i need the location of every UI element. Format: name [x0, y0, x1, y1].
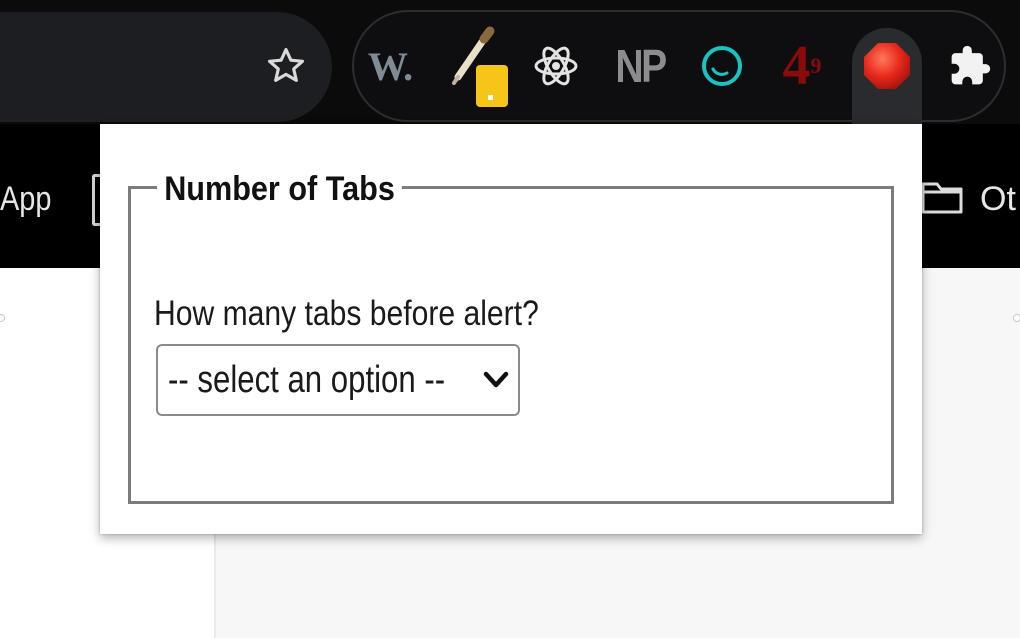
- extension-popup: Number of Tabs How many tabs before aler…: [100, 124, 922, 534]
- chevron-down-icon: [483, 371, 509, 388]
- browser-toolbar: W. NP 4 9: [0, 0, 1020, 124]
- react-atom-icon[interactable]: [528, 28, 584, 104]
- star-icon[interactable]: [262, 42, 310, 90]
- browser-window: W. NP 4 9 App Ot Number of Tabs How many…: [0, 0, 1020, 638]
- w-extension-icon[interactable]: W.: [362, 28, 418, 104]
- tabs-prompt-label: How many tabs before alert?: [154, 294, 539, 333]
- four-superscript: 9: [810, 53, 822, 78]
- puzzle-piece-icon[interactable]: [944, 28, 996, 104]
- four-nine-icon[interactable]: 49: [774, 28, 830, 104]
- tabs-count-select[interactable]: -- select an option --: [156, 344, 520, 416]
- select-value: -- select an option --: [168, 359, 446, 401]
- folder-icon[interactable]: [920, 176, 964, 221]
- np-extension-label: NP: [615, 40, 667, 92]
- w-extension-label: W.: [367, 43, 413, 89]
- eyedropper-icon[interactable]: [444, 26, 514, 107]
- four-label: 4: [782, 35, 811, 97]
- np-extension-icon[interactable]: NP: [615, 28, 667, 104]
- teal-circle-icon[interactable]: [694, 28, 750, 104]
- stop-sign-icon[interactable]: [858, 28, 916, 104]
- bookmark-apps-label[interactable]: App: [0, 180, 51, 219]
- fieldset-legend: Number of Tabs: [157, 169, 403, 209]
- bookmark-other-label[interactable]: Ot: [980, 180, 1016, 219]
- resize-handle: [1013, 314, 1020, 322]
